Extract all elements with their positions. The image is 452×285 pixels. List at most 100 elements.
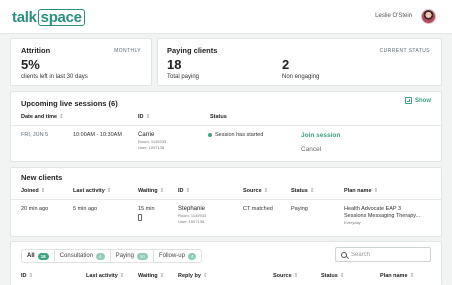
plan-name-line2: Sessions Messaging Therapy... xyxy=(344,213,421,219)
col-id-label: ID xyxy=(138,114,144,120)
last-activity-cell: 5 min ago xyxy=(73,206,98,212)
col-joined-label: Joined xyxy=(21,188,39,194)
col-date-and-time-label: Date and time xyxy=(21,114,58,120)
join-session-button[interactable]: Join session xyxy=(301,132,340,139)
col-joined[interactable]: Joined ⇕ xyxy=(21,188,45,194)
search-input[interactable] xyxy=(351,251,421,258)
tab-consultation-label: Consultation xyxy=(59,253,94,259)
tab-paying[interactable]: Paying 10 xyxy=(111,250,154,262)
sort-icon: ⇕ xyxy=(309,188,315,194)
col-source[interactable]: Source ⇕ xyxy=(273,273,298,279)
new-clients-card: New clients Joined ⇕ Last activity ⇕ Waiti… xyxy=(10,167,442,237)
source-cell: CT matched xyxy=(243,206,273,212)
session-user-id: User: 1097138 xyxy=(138,145,165,150)
session-client-id[interactable]: Carrie Room: 1145933 User: 1097138 xyxy=(138,132,166,150)
session-room-id: Room: 1145933 xyxy=(138,139,167,144)
table-row[interactable]: 20 min ago 5 min ago 15 min Stephanie Ro… xyxy=(11,200,441,236)
sort-icon: ⇕ xyxy=(293,273,299,279)
sort-icon: ⇕ xyxy=(373,188,379,194)
client-room-id: Room: 1145933 xyxy=(178,213,207,218)
caseload-card: All 18 Consultation 4 Paying 10 Follow-up 4 … xyxy=(10,241,442,285)
sort-icon: ⇕ xyxy=(40,188,46,194)
col-last-activity-label: Last activity xyxy=(73,188,105,194)
plan-frequency: Everyday xyxy=(344,220,361,225)
attrition-card: Attrition MONTHLY 5% clients left in las… xyxy=(10,38,152,86)
col-plan-name-label: Plan name xyxy=(344,188,372,194)
col-source-label: Source xyxy=(243,188,262,194)
col-id[interactable]: ID ⇕ xyxy=(21,273,33,279)
sort-icon: ⇕ xyxy=(28,273,34,279)
col-plan-name[interactable]: Plan name ⇕ xyxy=(344,188,378,194)
sort-icon: ⇕ xyxy=(159,188,165,194)
col-status[interactable]: Status ⇕ xyxy=(321,273,344,279)
new-clients-title: New clients xyxy=(21,173,63,182)
col-last-activity[interactable]: Last activity ⇕ xyxy=(86,273,124,279)
col-id-label: ID xyxy=(178,188,184,194)
sort-icon: ⇕ xyxy=(106,188,112,194)
attrition-title: Attrition xyxy=(21,46,51,55)
search-box[interactable] xyxy=(335,247,431,262)
session-date: FRI, JUN 5 xyxy=(21,132,49,138)
tab-all[interactable]: All 18 xyxy=(22,250,55,262)
col-last-activity[interactable]: Last activity ⇕ xyxy=(73,188,111,194)
search-icon xyxy=(341,251,347,258)
attrition-value: 5% xyxy=(21,57,40,72)
col-plan-name[interactable]: Plan name ⇕ xyxy=(380,273,414,279)
col-date-and-time[interactable]: Date and time ⇕ xyxy=(21,114,64,120)
non-engaging-value: 2 xyxy=(282,57,290,72)
sort-icon: ⇕ xyxy=(185,188,191,194)
col-waiting-label: Waiting xyxy=(138,273,158,279)
col-id-label: ID xyxy=(21,273,27,279)
paying-clients-card: Paying clients CURRENT STATUS 18 Total p… xyxy=(157,38,442,86)
show-sessions-button[interactable]: Show xyxy=(405,97,431,104)
tab-follow-up-label: Follow-up xyxy=(158,253,185,259)
col-id[interactable]: ID ⇕ xyxy=(178,188,190,194)
client-name: Stephanie xyxy=(178,206,206,212)
plus-square-icon xyxy=(405,97,412,104)
col-reply-by[interactable]: Reply by ⇕ xyxy=(178,273,208,279)
attrition-caption: clients left in last 30 days xyxy=(21,74,88,80)
sort-icon: ⇕ xyxy=(119,273,125,279)
header-divider xyxy=(11,125,441,126)
tab-consultation[interactable]: Consultation 4 xyxy=(55,250,111,262)
col-status: Status xyxy=(210,114,227,120)
sort-icon: ⇕ xyxy=(263,188,269,194)
user-avatar[interactable] xyxy=(421,9,436,24)
waiting-cell: 15 min xyxy=(138,206,155,223)
session-time: 10:00AM - 10:30AM xyxy=(73,132,122,138)
col-waiting-label: Waiting xyxy=(138,188,158,194)
plan-name-cell: Health Advocate EAP 3 Sessions Messaging… xyxy=(344,206,436,225)
attrition-period-dropdown[interactable]: MONTHLY xyxy=(114,48,141,54)
col-plan-name-label: Plan name xyxy=(380,273,408,279)
waiting-value: 15 min xyxy=(138,206,155,212)
cancel-session-button[interactable]: Cancel xyxy=(301,146,321,153)
col-last-activity-label: Last activity xyxy=(86,273,118,279)
col-status-label: Status xyxy=(291,188,308,194)
col-status[interactable]: Status ⇕ xyxy=(291,188,314,194)
non-engaging-label: Non engaging xyxy=(282,74,320,80)
sort-icon: ⇕ xyxy=(409,273,415,279)
upcoming-sessions-title: Upcoming live sessions (6) xyxy=(21,99,118,108)
session-client-name: Carrie xyxy=(138,132,155,138)
session-status-text: Session has started xyxy=(215,132,264,138)
sort-icon: ⇕ xyxy=(339,273,345,279)
tab-follow-up[interactable]: Follow-up 4 xyxy=(154,250,202,262)
plan-name-line1: Health Advocate EAP 3 xyxy=(344,206,402,212)
tab-consultation-count: 4 xyxy=(96,252,105,260)
status-cell: Paying xyxy=(291,206,308,212)
joined-cell: 20 min ago xyxy=(21,206,49,212)
logo-text-space: space xyxy=(37,8,85,26)
col-id[interactable]: ID ⇕ xyxy=(138,114,150,120)
current-status-link[interactable]: CURRENT STATUS xyxy=(380,48,430,54)
user-name[interactable]: Leslie O'Stein xyxy=(375,13,412,19)
col-status-label: Status xyxy=(321,273,338,279)
show-sessions-label: Show xyxy=(415,97,431,104)
tab-all-count: 18 xyxy=(37,252,49,260)
sort-icon: ⇕ xyxy=(202,273,208,279)
talkspace-logo[interactable]: talk space xyxy=(12,8,85,26)
col-waiting[interactable]: Waiting ⇕ xyxy=(138,188,164,194)
col-waiting[interactable]: Waiting ⇕ xyxy=(138,273,164,279)
client-id-cell[interactable]: Stephanie Room: 1145933 User: 1097138 xyxy=(178,206,206,224)
col-source[interactable]: Source ⇕ xyxy=(243,188,268,194)
caseload-filter-tabs: All 18 Consultation 4 Paying 10 Follow-up 4 xyxy=(21,249,203,263)
